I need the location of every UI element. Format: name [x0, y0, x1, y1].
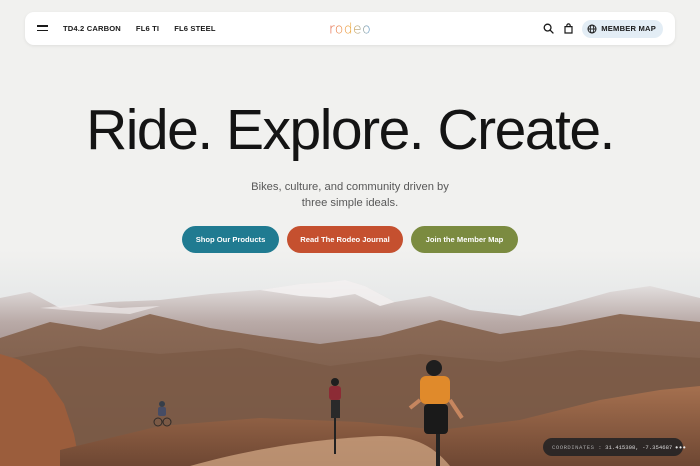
read-journal-button[interactable]: Read The Rodeo Journal	[287, 226, 403, 253]
coordinates-value: 31.415308, -7.354687	[605, 443, 673, 451]
cta-row: Shop Our Products Read The Rodeo Journal…	[0, 226, 700, 253]
rodeo-logo[interactable]: rodeo	[325, 20, 375, 38]
cart-icon[interactable]	[562, 23, 574, 35]
hero-headline: Ride. Explore. Create.	[86, 98, 615, 162]
top-nav: TD4.2 CARBON FL6 TI FL6 STEEL rodeo MEMB…	[25, 12, 675, 45]
logo-text: rodeo	[329, 22, 371, 38]
coordinates-badge: COORDINATES : 31.415308, -7.354687 •••	[543, 438, 686, 456]
member-map-label: MEMBER MAP	[601, 24, 656, 33]
hero-landscape-image	[0, 250, 700, 466]
member-map-button[interactable]: MEMBER MAP	[582, 19, 663, 38]
search-icon[interactable]	[542, 23, 554, 35]
nav-links: TD4.2 CARBON FL6 TI FL6 STEEL	[63, 12, 216, 45]
shop-products-button[interactable]: Shop Our Products	[182, 226, 279, 253]
hero-subtitle: Bikes, culture, and community driven by …	[251, 181, 449, 209]
nav-link-td42-carbon[interactable]: TD4.2 CARBON	[63, 24, 121, 33]
coordinates-label: COORDINATES :	[552, 443, 603, 451]
menu-icon[interactable]	[37, 22, 51, 34]
join-member-map-button[interactable]: Join the Member Map	[411, 226, 518, 253]
nav-link-fl6-ti[interactable]: FL6 TI	[136, 24, 159, 33]
globe-icon	[587, 24, 597, 33]
nav-link-fl6-steel[interactable]: FL6 STEEL	[174, 24, 215, 33]
nav-actions: MEMBER MAP	[542, 12, 663, 45]
more-options-icon[interactable]: •••	[675, 443, 686, 452]
